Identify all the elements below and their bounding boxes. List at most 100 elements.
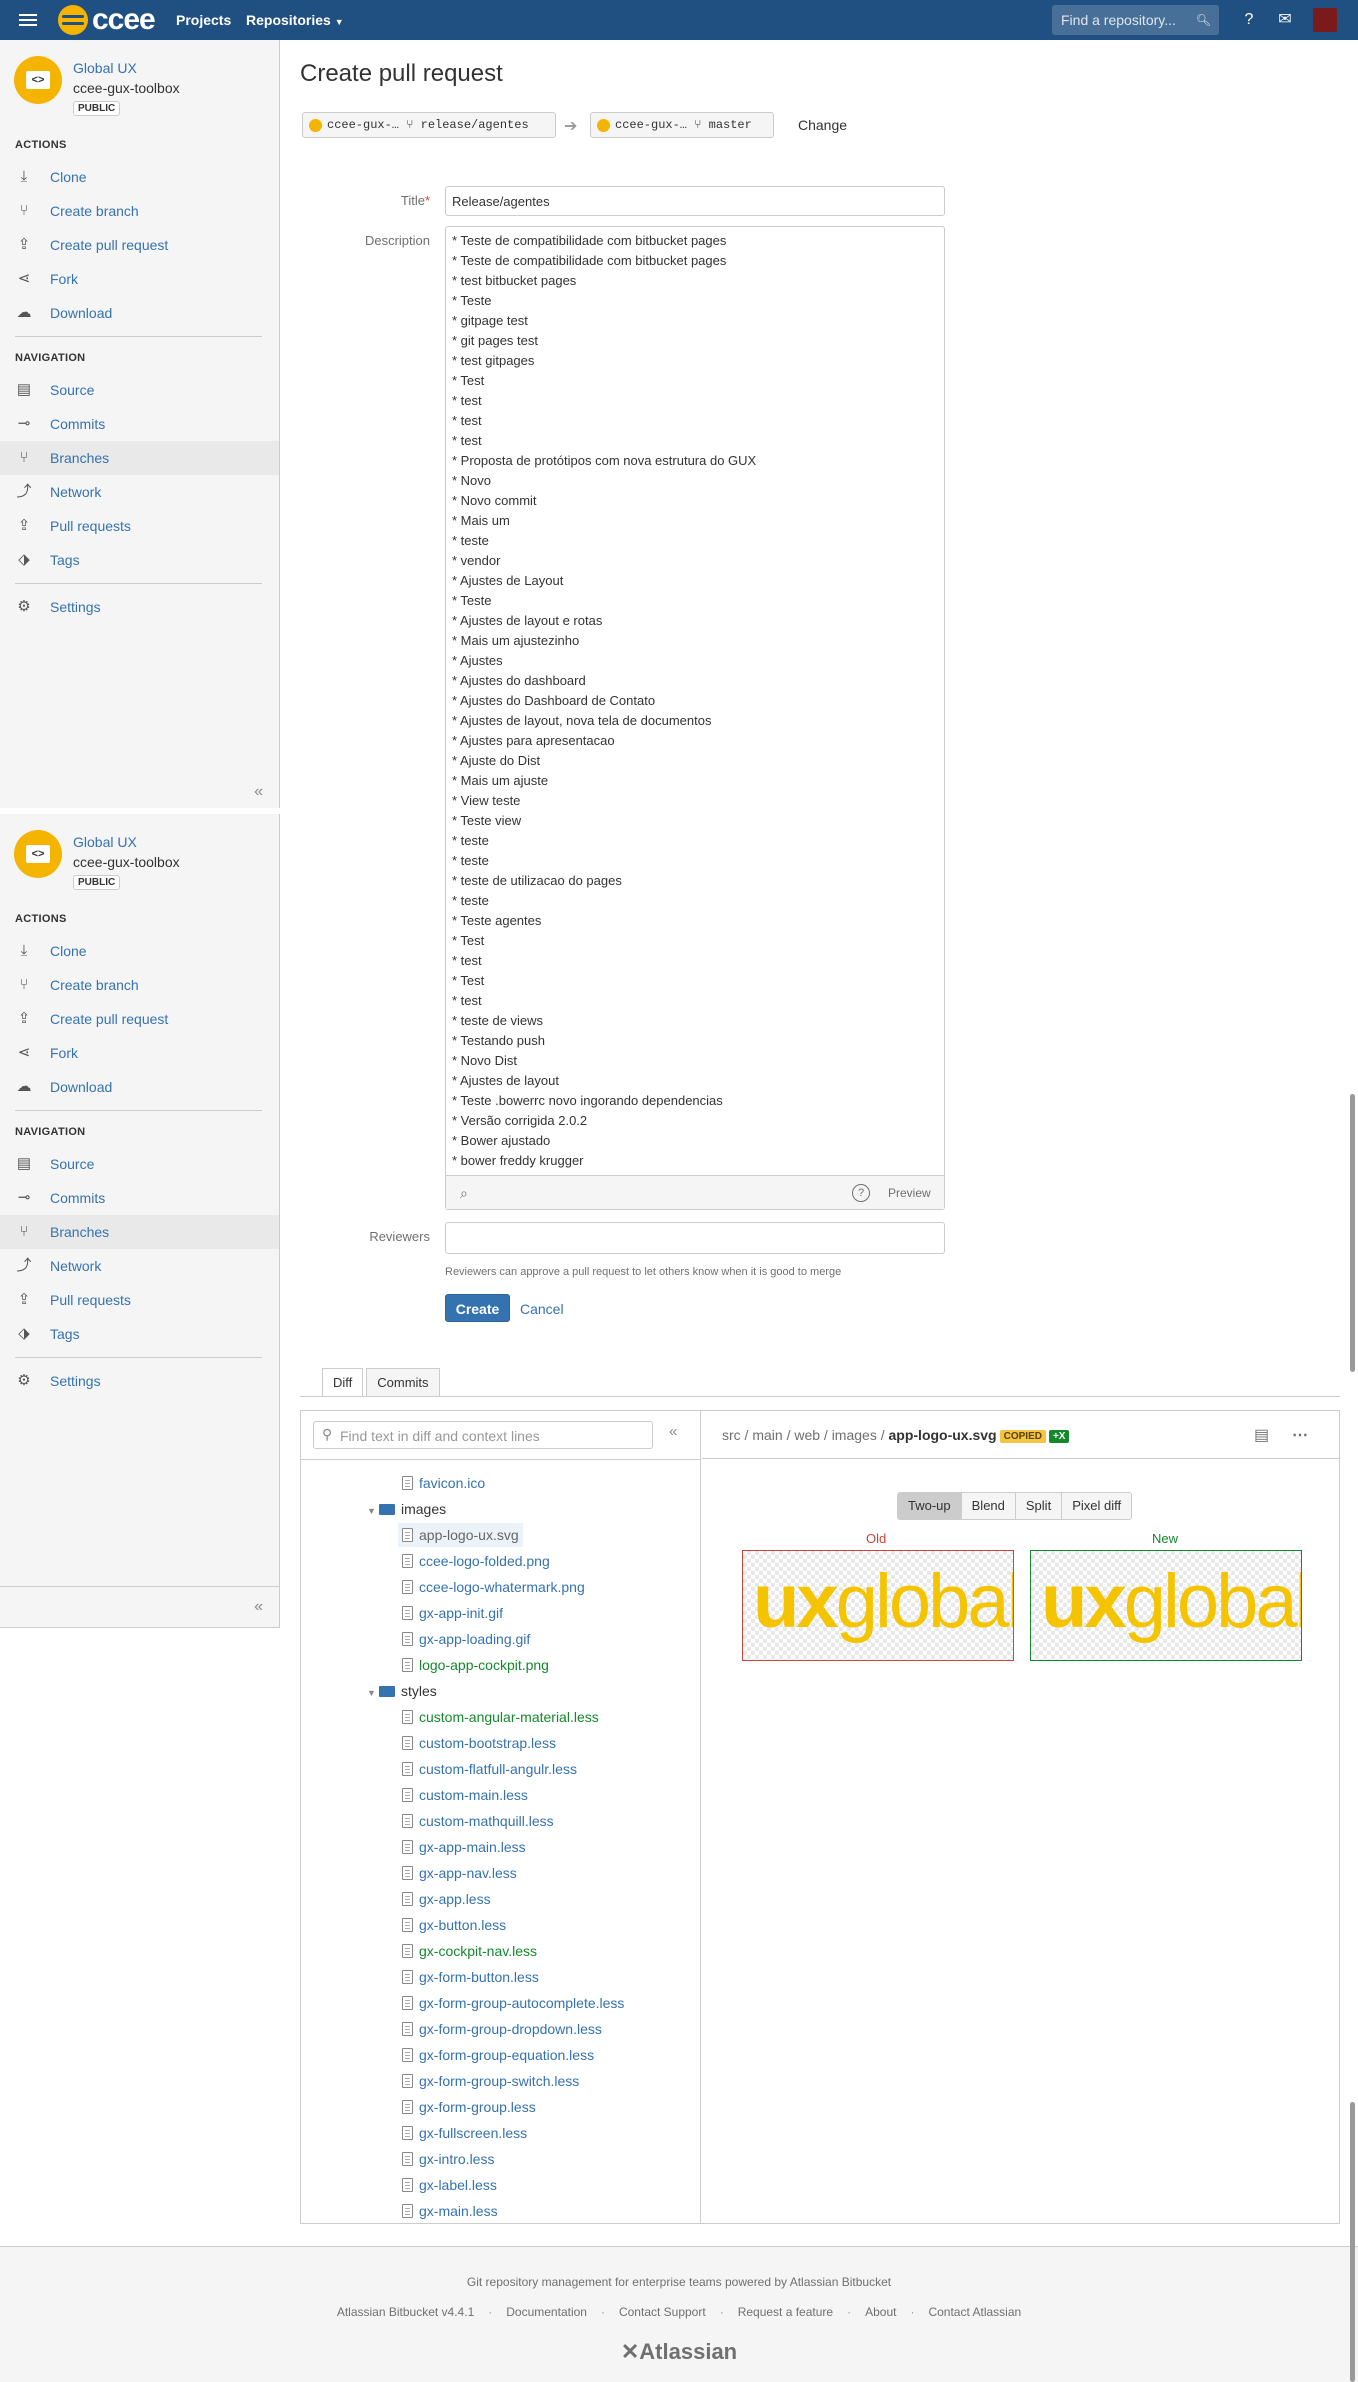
sidebar-item-commits[interactable]: ⊸ Commits <box>0 1181 279 1215</box>
sidebar-item-source[interactable]: ▤ Source <box>0 373 279 407</box>
create-button[interactable]: Create <box>445 1294 510 1322</box>
sidebar-item-create-pull-request[interactable]: ⇪ Create pull request <box>0 228 279 262</box>
tree-file[interactable]: gx-main.less <box>398 2199 502 2223</box>
tree-folder[interactable]: ▼ images <box>367 1497 446 1521</box>
cancel-button[interactable]: Cancel <box>520 1301 564 1317</box>
attachment-icon[interactable]: ⌕ <box>460 1185 468 1202</box>
tree-file[interactable]: favicon.ico <box>398 1471 489 1495</box>
title-input[interactable]: Release/agentes <box>445 186 945 216</box>
change-branches-button[interactable]: Change <box>798 117 847 133</box>
sidebar-item-download[interactable]: ☁ Download <box>0 1070 279 1104</box>
reviewers-input[interactable] <box>445 1222 945 1254</box>
footer-link-request-feature[interactable]: Request a feature <box>738 2305 833 2319</box>
inbox-icon[interactable]: ✉ <box>1274 9 1296 31</box>
sidebar-item-fork[interactable]: ⋖ Fork <box>0 1036 279 1070</box>
mode-pixel-diff[interactable]: Pixel diff <box>1061 1493 1132 1519</box>
repo-avatar[interactable]: <> <box>14 830 62 878</box>
nav-projects[interactable]: Projects <box>176 12 231 28</box>
tree-file[interactable]: gx-button.less <box>398 1913 510 1937</box>
tree-file[interactable]: gx-cockpit-nav.less <box>398 1939 541 1963</box>
sidebar-item-tags[interactable]: ⬗ Tags <box>0 1317 279 1351</box>
tree-file[interactable]: gx-form-group.less <box>398 2095 540 2119</box>
tree-file[interactable]: ccee-logo-whatermark.png <box>398 1575 589 1599</box>
more-options-icon[interactable]: ⋯ <box>1292 1425 1308 1445</box>
sidebar-item-create-branch[interactable]: ⑂ Create branch <box>0 968 279 1002</box>
footer-link-contact-support[interactable]: Contact Support <box>619 2305 706 2319</box>
footer-link-about[interactable]: About <box>865 2305 896 2319</box>
sidebar-item-create-pull-request[interactable]: ⇪ Create pull request <box>0 1002 279 1036</box>
sidebar-item-tags[interactable]: ⬗ Tags <box>0 543 279 577</box>
tree-file[interactable]: ccee-logo-folded.png <box>398 1549 554 1573</box>
hamburger-menu-icon[interactable] <box>19 11 37 29</box>
sidebar-item-pull-requests[interactable]: ⇪ Pull requests <box>0 1283 279 1317</box>
tree-file[interactable]: gx-intro.less <box>398 2147 498 2171</box>
tree-file[interactable]: custom-flatfull-angulr.less <box>398 1757 581 1781</box>
preview-button[interactable]: Preview <box>888 1186 931 1200</box>
collapse-sidebar-icon[interactable]: « <box>254 783 263 801</box>
sidebar-item-network[interactable]: ⤴ Network <box>0 1249 279 1283</box>
tree-file[interactable]: custom-angular-material.less <box>398 1705 603 1729</box>
tree-file[interactable]: gx-label.less <box>398 2173 501 2197</box>
mode-two-up[interactable]: Two-up <box>898 1493 961 1519</box>
sidebar-item-label: Create pull request <box>50 237 169 253</box>
tree-file[interactable]: gx-fullscreen.less <box>398 2121 531 2145</box>
repo-avatar[interactable]: <> <box>14 56 62 104</box>
repository-search-input[interactable]: Find a repository... 🔍︎ <box>1052 5 1219 35</box>
source-branch-selector[interactable]: ccee-gux-… ⑂ release/agentes <box>302 112 556 138</box>
repo-name[interactable]: ccee-gux-toolbox <box>73 854 180 870</box>
tree-file[interactable]: logo-app-cockpit.png <box>398 1653 553 1677</box>
sidebar-item-pull-requests[interactable]: ⇪ Pull requests <box>0 509 279 543</box>
project-link[interactable]: Global UX <box>73 834 137 850</box>
repo-name[interactable]: ccee-gux-toolbox <box>73 80 180 96</box>
tree-file[interactable]: gx-app-main.less <box>398 1835 530 1859</box>
scrollbar-thumb[interactable] <box>1350 2102 1355 2382</box>
help-icon[interactable]: ? <box>852 1184 870 1202</box>
project-link[interactable]: Global UX <box>73 60 137 76</box>
footer-link-documentation[interactable]: Documentation <box>506 2305 587 2319</box>
sidebar-item-branches[interactable]: ⑂ Branches <box>0 1215 279 1249</box>
app-logo[interactable]: ccee <box>58 3 156 36</box>
sidebar-item-network[interactable]: ⤴ Network <box>0 475 279 509</box>
sidebar-item-commits[interactable]: ⊸ Commits <box>0 407 279 441</box>
tree-folder[interactable]: ▼ styles <box>367 1679 437 1703</box>
sidebar-item-fork[interactable]: ⋖ Fork <box>0 262 279 296</box>
tab-commits[interactable]: Commits <box>366 1368 440 1396</box>
sidebar-item-branches[interactable]: ⑂ Branches <box>0 441 279 475</box>
tree-file[interactable]: gx-app.less <box>398 1887 495 1911</box>
tree-file[interactable]: custom-mathquill.less <box>398 1809 558 1833</box>
sidebar-item-settings[interactable]: ⚙ Settings <box>0 590 279 624</box>
tree-file[interactable]: gx-form-group-dropdown.less <box>398 2017 606 2041</box>
help-icon[interactable]: ? <box>1238 9 1260 31</box>
title-label-text: Title <box>400 193 425 208</box>
tree-file[interactable]: gx-form-group-autocomplete.less <box>398 1991 628 2015</box>
description-textarea[interactable]: * Teste de compatibilidade com bitbucket… <box>445 226 945 1210</box>
file-icon[interactable]: ▤ <box>1254 1425 1269 1445</box>
sidebar-item-settings[interactable]: ⚙ Settings <box>0 1364 279 1398</box>
sidebar-item-clone[interactable]: ⤓ Clone <box>0 934 279 968</box>
nav-repositories[interactable]: Repositories ▼ <box>246 12 344 28</box>
mode-split[interactable]: Split <box>1014 1493 1062 1519</box>
sidebar-item-create-branch[interactable]: ⑂ Create branch <box>0 194 279 228</box>
tree-file[interactable]: gx-form-group-equation.less <box>398 2043 598 2067</box>
tree-file[interactable]: gx-form-group-switch.less <box>398 2069 583 2093</box>
tree-file[interactable]: gx-form-button.less <box>398 1965 543 1989</box>
sidebar-item-download[interactable]: ☁ Download <box>0 296 279 330</box>
tree-file[interactable]: gx-app-nav.less <box>398 1861 521 1885</box>
target-branch-selector[interactable]: ccee-gux-… ⑂ master <box>590 112 774 138</box>
tree-file[interactable]: custom-main.less <box>398 1783 532 1807</box>
tree-file[interactable]: custom-bootstrap.less <box>398 1731 560 1755</box>
mode-blend[interactable]: Blend <box>960 1493 1015 1519</box>
sidebar-item-source[interactable]: ▤ Source <box>0 1147 279 1181</box>
footer-link-contact-atlassian[interactable]: Contact Atlassian <box>928 2305 1021 2319</box>
tab-diff[interactable]: Diff <box>322 1368 364 1396</box>
collapse-sidebar-icon[interactable]: « <box>254 1598 263 1616</box>
scrollbar-thumb[interactable] <box>1350 1094 1355 1372</box>
atlassian-logo[interactable]: ✕Atlassian <box>0 2339 1358 2365</box>
collapse-tree-icon[interactable]: « <box>669 1423 677 1440</box>
diff-search-input[interactable]: Find text in diff and context lines <box>313 1421 653 1449</box>
tree-file[interactable]: app-logo-ux.svg <box>398 1523 523 1547</box>
sidebar-item-clone[interactable]: ⤓ Clone <box>0 160 279 194</box>
tree-file[interactable]: gx-app-init.gif <box>398 1601 507 1625</box>
tree-file[interactable]: gx-app-loading.gif <box>398 1627 534 1651</box>
user-avatar[interactable] <box>1313 8 1337 32</box>
